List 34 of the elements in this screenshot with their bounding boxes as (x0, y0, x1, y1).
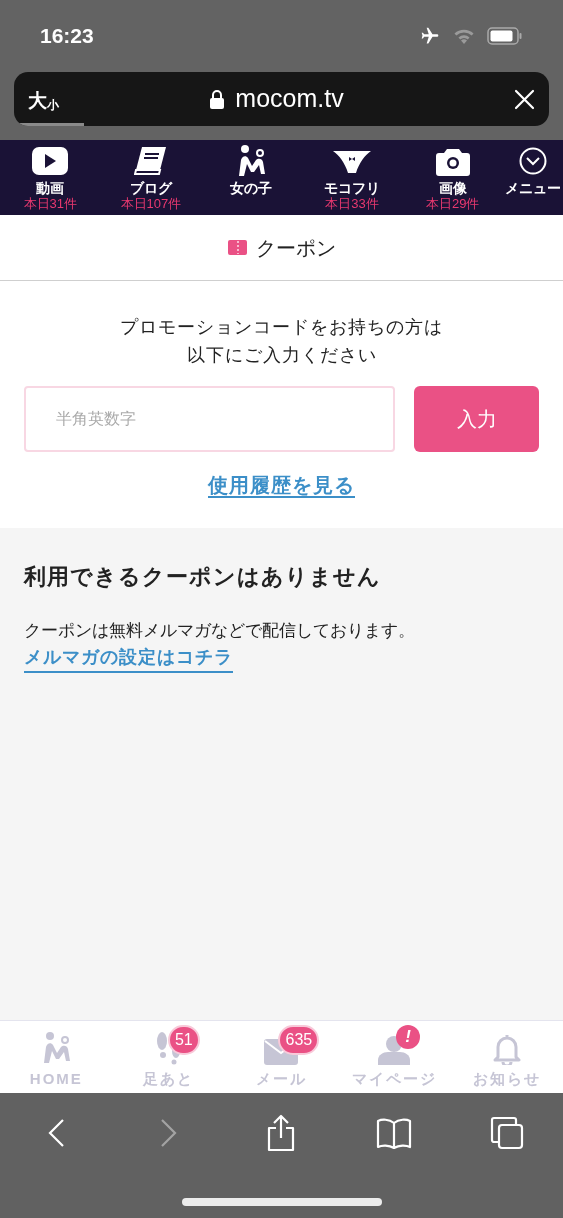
lock-icon (209, 89, 226, 109)
prompt-text: プロモーションコードをお持ちの方は (120, 316, 443, 339)
back-icon[interactable] (47, 1118, 66, 1148)
bookmarks-icon[interactable] (376, 1117, 413, 1149)
briefs-icon (332, 148, 373, 174)
count-badge: ! (396, 1025, 421, 1049)
count-badge: 51 (167, 1025, 200, 1055)
tabs-icon[interactable] (489, 1116, 524, 1150)
empty-heading: 利用できるクーポンはありません (24, 563, 381, 591)
history-link[interactable]: 使用履歴を見る (208, 470, 355, 500)
battery-icon (487, 27, 523, 45)
promo-code-field[interactable]: 半角英数字 (24, 386, 395, 452)
chevron-circle-icon (518, 147, 547, 175)
share-icon[interactable] (266, 1114, 297, 1152)
page-title: クーポン (255, 235, 336, 261)
url-text: mocom.tv (235, 83, 344, 115)
prompt-text: 以下にご入力ください (186, 344, 377, 367)
bell-icon (491, 1033, 522, 1065)
book-icon (133, 146, 168, 176)
ticket-icon (227, 240, 247, 255)
camera-icon (435, 146, 470, 176)
nav-item[interactable]: モコフリ 本日33件 (301, 145, 403, 215)
play-icon (32, 147, 69, 175)
close-icon[interactable] (514, 89, 535, 110)
wifi-icon (453, 28, 475, 44)
count-badge: 635 (278, 1025, 320, 1055)
nav-item[interactable]: ブログ 本日107件 (100, 145, 202, 215)
airplane-icon (419, 26, 441, 46)
nav-item[interactable]: 動画 本日31件 (0, 145, 101, 215)
coupon-note: クーポンは無料メルマガなどで配信しております。 (24, 620, 415, 642)
nav-item[interactable]: メニュー (502, 145, 563, 215)
nav-item[interactable]: 画像 本日29件 (402, 145, 503, 215)
nav-item[interactable]: 女の子 (201, 145, 302, 215)
status-time: 16:23 (40, 23, 94, 50)
